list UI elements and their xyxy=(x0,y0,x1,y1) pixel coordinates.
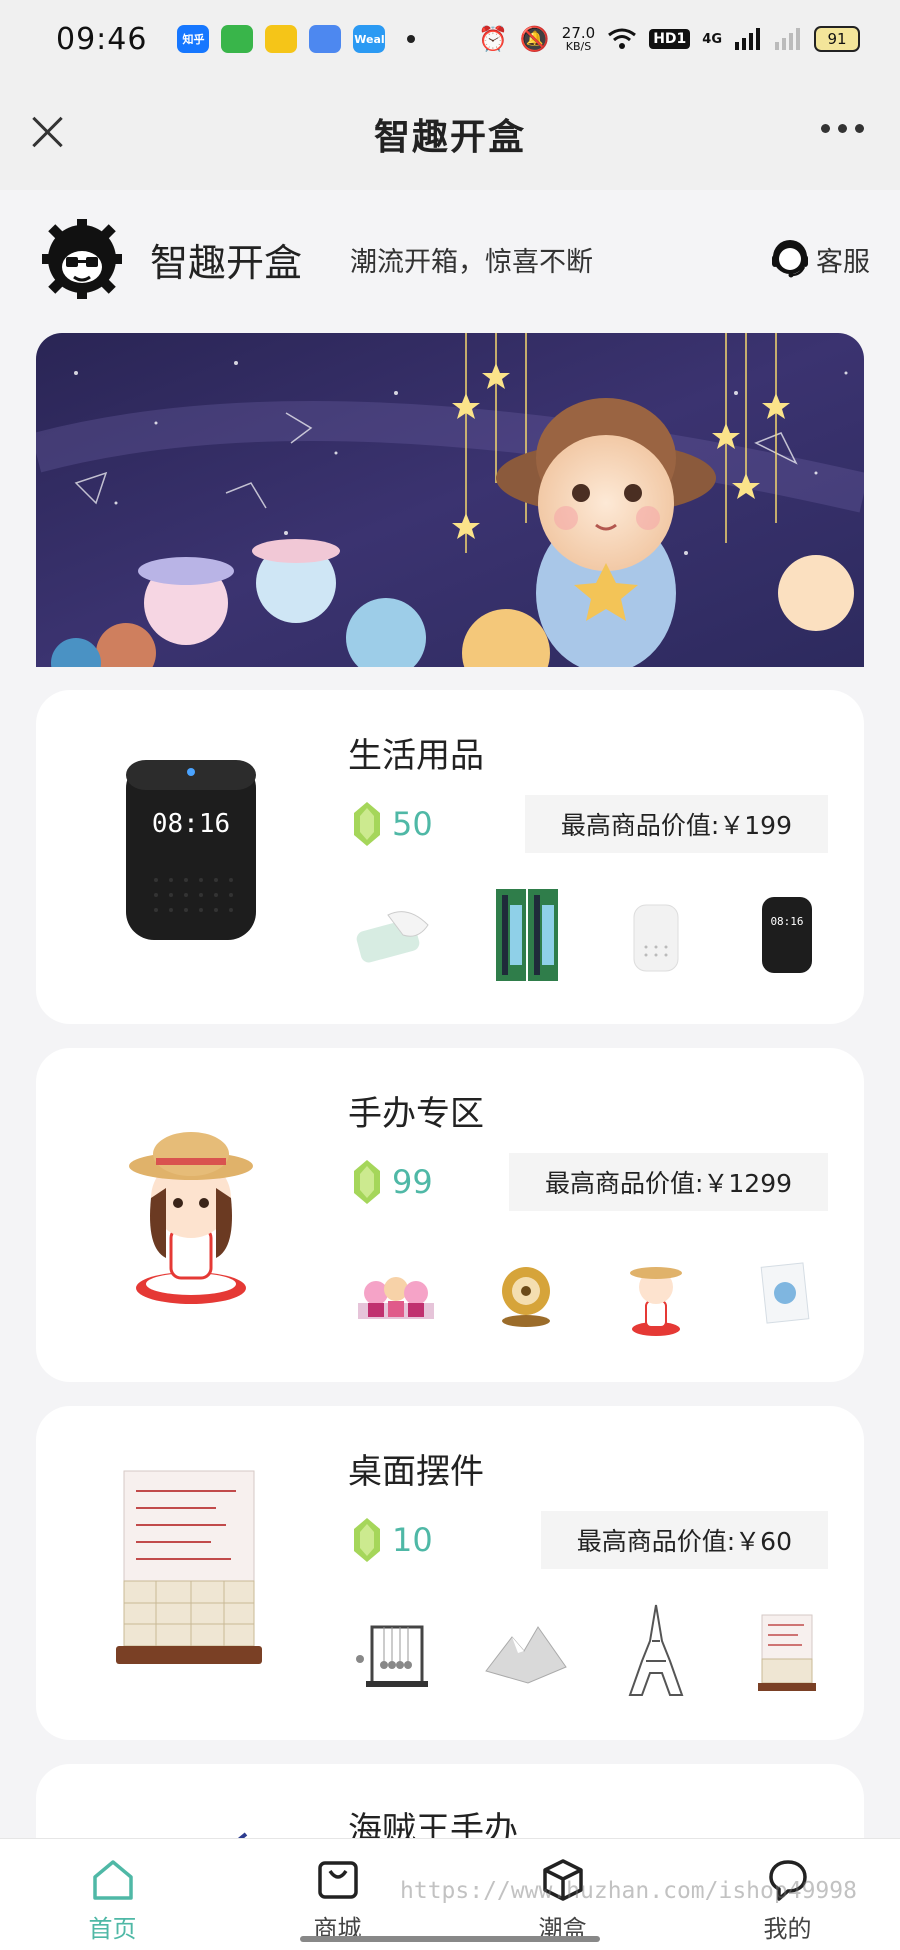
desk-calendar-image xyxy=(116,1470,262,1664)
speed-unit: KB/S xyxy=(565,40,592,53)
gem-icon xyxy=(354,1160,380,1204)
tissue-pack-thumbnail xyxy=(356,911,429,963)
price-row: 50 xyxy=(354,802,433,846)
category-title: 桌面摆件 xyxy=(348,1452,484,1492)
chat-app-icon xyxy=(221,25,254,53)
wifi-icon xyxy=(608,28,637,49)
speed-value: 27.0 xyxy=(561,24,596,42)
figure-thumbnail xyxy=(630,1267,682,1336)
gem-icon xyxy=(354,1518,380,1562)
status-app-icons: 知乎 Weal xyxy=(177,25,386,53)
smart-speaker-image: 08:16 xyxy=(126,760,256,940)
alarm-icon: ⏰ xyxy=(478,25,508,53)
max-value-label: 最高商品价值:￥1299 xyxy=(508,1153,828,1211)
close-icon[interactable] xyxy=(28,112,68,152)
category-card-desk-ornaments[interactable]: 桌面摆件 10 最高商品价值:￥60 xyxy=(36,1406,864,1740)
max-value-label: 最高商品价值:￥199 xyxy=(524,795,828,853)
status-bar: 09:46 知乎 Weal ⏰ 🔕 27.0 KB/S HD1 4G 91 xyxy=(0,0,900,78)
network-speed: 27.0 KB/S xyxy=(561,24,596,53)
zhihu-app-icon: 知乎 xyxy=(177,25,210,53)
figure-image xyxy=(129,1132,253,1304)
car-app-icon xyxy=(265,25,298,53)
cloud-app-icon xyxy=(309,25,342,53)
mountain-model-thumbnail xyxy=(485,1626,567,1684)
notification-dot xyxy=(407,35,416,43)
page-title: 智趣开盒 xyxy=(373,117,526,158)
battery-icon: 91 xyxy=(814,26,860,52)
customer-service-label: 客服 xyxy=(816,246,870,278)
status-time: 09:46 xyxy=(56,21,148,57)
nav-bar: 智趣开盒 xyxy=(0,78,900,190)
svg-text:08:16: 08:16 xyxy=(770,915,803,928)
signal-2-icon xyxy=(775,28,800,50)
shopping-bag-icon xyxy=(317,1861,358,1899)
brand-name: 智趣开盒 xyxy=(150,240,303,285)
card-thumbnail xyxy=(760,1262,810,1324)
product-thumbnails xyxy=(348,1596,848,1706)
home-indicator[interactable] xyxy=(300,1936,600,1942)
toothbrush-pack-thumbnail xyxy=(496,889,558,981)
tab-home[interactable]: 首页 xyxy=(0,1839,225,1950)
banner-illustration xyxy=(36,333,864,667)
max-value-label: 最高商品价值:￥60 xyxy=(540,1511,828,1569)
promo-banner[interactable] xyxy=(36,333,864,667)
network-type: 4G xyxy=(702,31,722,47)
brand-slogan: 潮流开箱，惊喜不断 xyxy=(350,246,594,278)
desk-calendar-thumbnail xyxy=(758,1614,816,1691)
price-value: 99 xyxy=(392,1163,433,1201)
clock-figure-thumbnail xyxy=(502,1267,550,1327)
tab-label: 我的 xyxy=(763,1915,812,1943)
hd-badge: HD1 xyxy=(649,29,691,49)
headset-icon xyxy=(772,240,808,278)
speaker-thumbnail: 08:16 xyxy=(762,897,812,973)
mute-icon: 🔕 xyxy=(519,25,550,53)
brand-logo xyxy=(42,219,122,299)
category-title: 生活用品 xyxy=(348,736,484,776)
category-title: 手办专区 xyxy=(348,1094,484,1134)
customer-service-button[interactable]: 客服 xyxy=(768,237,870,281)
product-thumbnails xyxy=(348,1238,848,1348)
status-indicators: ⏰ 🔕 27.0 KB/S HD1 4G 91 xyxy=(478,26,860,52)
figure-set-thumbnail xyxy=(358,1277,434,1319)
watermark-text: https://www.huzhan.com/ishop49998 xyxy=(400,1878,857,1904)
gem-icon xyxy=(354,802,380,846)
newtons-cradle-thumbnail xyxy=(356,1625,428,1687)
more-options-icon[interactable] xyxy=(821,124,864,133)
svg-text:08:16: 08:16 xyxy=(152,809,230,839)
price-value: 10 xyxy=(392,1521,433,1559)
price-row: 10 xyxy=(354,1518,433,1562)
weal-app-icon: Weal xyxy=(353,25,386,53)
mini-speaker-thumbnail xyxy=(633,904,679,972)
eiffel-tower-thumbnail xyxy=(628,1604,684,1696)
category-card-figures[interactable]: 手办专区 99 最高商品价值:￥1299 xyxy=(36,1048,864,1382)
price-value: 50 xyxy=(392,805,433,843)
price-row: 99 xyxy=(354,1160,433,1204)
signal-icon xyxy=(735,28,760,50)
home-icon xyxy=(92,1860,133,1900)
brand-header: 智趣开盒 潮流开箱，惊喜不断 客服 xyxy=(40,214,870,304)
product-thumbnails: 08:16 xyxy=(348,880,848,990)
category-card-daily-goods[interactable]: 08:16 生活用品 50 最高商品价值:￥199 08:16 xyxy=(36,690,864,1024)
tab-label: 首页 xyxy=(88,1915,137,1943)
